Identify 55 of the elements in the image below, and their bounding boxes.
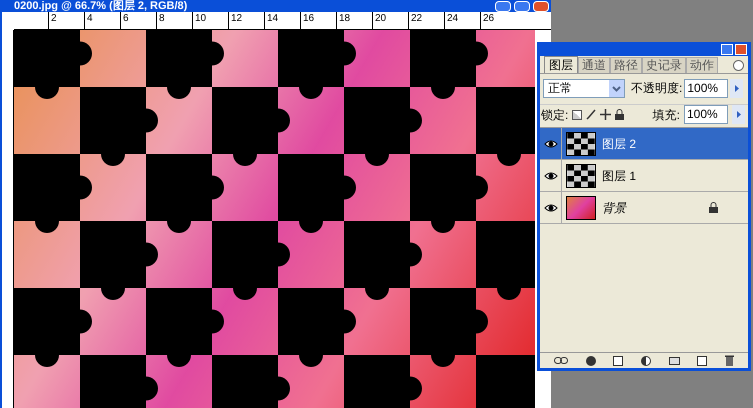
layer-name: 图层 1 bbox=[602, 168, 636, 184]
eye-icon[interactable] bbox=[544, 202, 558, 212]
opacity-field[interactable]: 100% bbox=[684, 78, 728, 98]
lock-icon[interactable] bbox=[615, 109, 624, 120]
ruler-label: 18 bbox=[336, 12, 372, 29]
ruler-label: 26 bbox=[480, 12, 516, 29]
close-button[interactable] bbox=[735, 44, 747, 54]
eye-icon[interactable] bbox=[544, 170, 558, 180]
close-button[interactable] bbox=[533, 0, 549, 12]
ruler-label: 12 bbox=[228, 12, 264, 29]
panel-tab[interactable]: 动作 bbox=[686, 57, 718, 73]
opacity-label: 不透明度: bbox=[631, 80, 682, 97]
layer-thumbnail bbox=[566, 196, 596, 220]
ruler-label: 8 bbox=[156, 12, 192, 29]
adjustment-icon[interactable] bbox=[640, 356, 651, 366]
trash-icon[interactable] bbox=[724, 355, 734, 366]
panel-tab[interactable]: 通道 bbox=[578, 57, 610, 73]
fill-label: 填充: bbox=[652, 106, 680, 124]
blend-mode-dropdown[interactable]: 正常 bbox=[543, 78, 625, 98]
link-icon[interactable] bbox=[554, 357, 568, 364]
mask-icon[interactable] bbox=[613, 356, 624, 366]
ruler-label: 22 bbox=[408, 12, 444, 29]
arrow-right-icon[interactable] bbox=[732, 105, 745, 124]
layer-name: 背景 bbox=[602, 200, 626, 216]
ruler-label: 20 bbox=[372, 12, 408, 29]
panel-tab[interactable]: 路径 bbox=[610, 57, 642, 73]
move-icon[interactable] bbox=[600, 109, 612, 120]
eye-icon[interactable] bbox=[544, 138, 558, 148]
ruler-label: 10 bbox=[192, 12, 228, 29]
layer-row[interactable]: 图层 2 bbox=[540, 128, 748, 160]
layer-row[interactable]: 图层 1 bbox=[540, 160, 748, 192]
minimize-button[interactable] bbox=[721, 44, 733, 54]
ruler-label: 2 bbox=[48, 12, 84, 29]
ruler-label: 16 bbox=[300, 12, 336, 29]
layer-thumbnail bbox=[566, 164, 596, 188]
ruler-label: 4 bbox=[84, 12, 120, 29]
window-title: 0200.jpg @ 66.7% (图层 2, RGB/8) bbox=[14, 0, 188, 12]
layer-name: 图层 2 bbox=[602, 136, 636, 152]
panel-menu-icon[interactable] bbox=[733, 60, 744, 71]
lock-label: 锁定: bbox=[541, 106, 568, 124]
ruler-label: 24 bbox=[444, 12, 480, 29]
minimize-button[interactable] bbox=[495, 0, 511, 12]
layer-thumbnail bbox=[566, 132, 596, 156]
fill-field[interactable]: 100% bbox=[684, 105, 728, 124]
layer-row[interactable]: 背景 bbox=[540, 192, 748, 224]
panel-tab[interactable]: 史记录 bbox=[642, 57, 686, 73]
ruler-label: 6 bbox=[120, 12, 156, 29]
maximize-button[interactable] bbox=[514, 0, 530, 12]
ruler-label: 14 bbox=[264, 12, 300, 29]
layer-style-icon[interactable] bbox=[586, 356, 596, 366]
panel-tab[interactable]: 图层 bbox=[544, 56, 578, 73]
new-layer-icon[interactable] bbox=[697, 356, 708, 366]
lock-transparency-icon[interactable] bbox=[572, 110, 582, 120]
chevron-down-icon bbox=[609, 80, 624, 96]
arrow-right-icon[interactable] bbox=[730, 78, 744, 98]
